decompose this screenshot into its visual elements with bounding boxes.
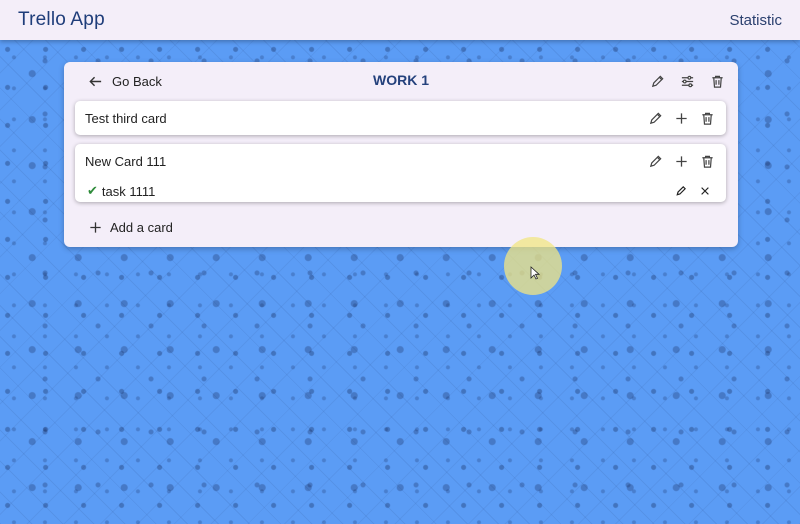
delete-card-button[interactable] — [698, 109, 716, 127]
mouse-cursor-icon — [530, 266, 540, 280]
plus-icon — [675, 155, 687, 167]
task-item[interactable]: ✔ task 1111 — [75, 178, 726, 204]
edit-card-button[interactable] — [646, 109, 664, 127]
card-actions — [646, 109, 716, 127]
board-title: WORK 1 — [373, 72, 429, 88]
pencil-icon — [649, 154, 662, 167]
pencil-icon — [676, 186, 686, 196]
board-panel: Go Back WORK 1 Test third card New Card … — [64, 62, 738, 247]
app-title[interactable]: Trello App — [18, 9, 105, 31]
card-title: Test third card — [85, 110, 167, 126]
trash-icon — [701, 112, 713, 125]
check-icon: ✔ — [87, 183, 98, 198]
trash-icon — [701, 155, 713, 168]
remove-task-button[interactable] — [696, 182, 714, 200]
trash-icon — [711, 75, 723, 88]
add-card-label: Add a card — [110, 219, 173, 235]
board-header: Go Back WORK 1 — [64, 62, 738, 100]
pencil-icon — [649, 111, 662, 124]
add-task-button[interactable] — [672, 109, 690, 127]
add-task-button[interactable] — [672, 152, 690, 170]
statistic-link[interactable]: Statistic — [729, 12, 782, 29]
go-back-label: Go Back — [112, 73, 162, 89]
task-actions — [672, 182, 714, 200]
delete-card-button[interactable] — [698, 152, 716, 170]
edit-card-button[interactable] — [646, 152, 664, 170]
plus-icon — [86, 218, 104, 236]
card[interactable]: Test third card — [75, 101, 726, 135]
app-bar: Trello App Statistic — [0, 0, 800, 40]
arrow-left-icon — [86, 72, 104, 90]
plus-icon — [675, 112, 687, 124]
edit-task-button[interactable] — [672, 182, 690, 200]
card-actions — [646, 152, 716, 170]
add-card-button[interactable]: Add a card — [86, 218, 173, 236]
pencil-icon — [651, 74, 664, 87]
go-back-button[interactable]: Go Back — [86, 72, 162, 90]
sliders-icon — [681, 75, 693, 87]
close-icon — [701, 187, 709, 195]
delete-board-button[interactable] — [708, 72, 726, 90]
task-label: task 1111 — [101, 183, 156, 199]
card-title: New Card 111 — [85, 153, 167, 169]
edit-board-button[interactable] — [648, 72, 666, 90]
board-actions — [648, 72, 726, 90]
board-settings-button[interactable] — [678, 72, 696, 90]
card[interactable]: New Card 111 ✔ task 1111 — [75, 144, 726, 202]
card-header: New Card 111 — [75, 144, 726, 178]
card-header: Test third card — [75, 101, 726, 135]
